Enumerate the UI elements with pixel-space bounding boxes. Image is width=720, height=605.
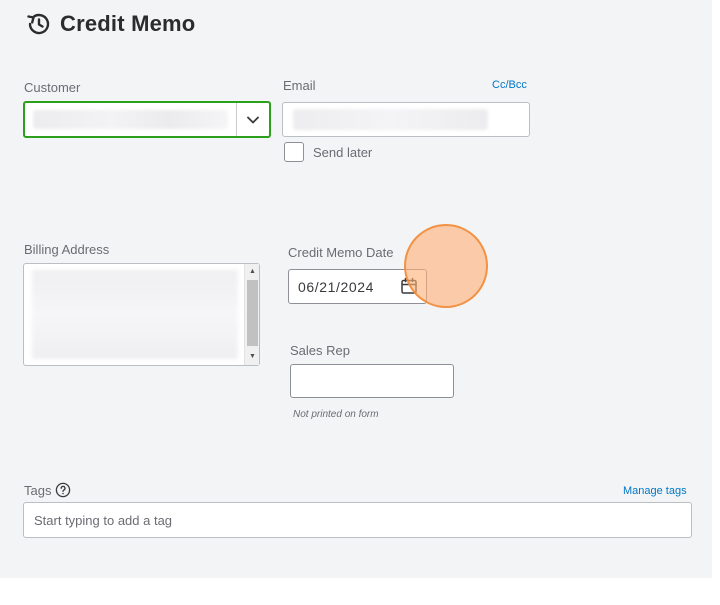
customer-value-redacted [33, 110, 228, 129]
send-later-label: Send later [313, 144, 373, 160]
email-label: Email [283, 78, 316, 93]
tags-label: Tags [24, 482, 52, 498]
billing-address-field[interactable]: ▲ ▼ [23, 263, 260, 366]
tags-input[interactable] [23, 502, 692, 538]
sales-rep-label: Sales Rep [290, 343, 350, 358]
help-icon[interactable] [55, 482, 71, 498]
cc-bcc-link[interactable]: Cc/Bcc [492, 79, 527, 91]
billing-address-label: Billing Address [24, 242, 110, 257]
send-later-option[interactable]: Send later [284, 142, 372, 162]
credit-memo-date-value: 06/21/2024 [298, 278, 375, 295]
customer-label: Customer [24, 80, 81, 95]
scroll-down-arrow-icon[interactable]: ▼ [245, 350, 260, 364]
scroll-up-arrow-icon[interactable]: ▲ [245, 265, 260, 279]
manage-tags-link[interactable]: Manage tags [623, 485, 687, 497]
credit-memo-date-label: Credit Memo Date [288, 245, 394, 260]
billing-address-scrollbar[interactable]: ▲ ▼ [244, 264, 259, 365]
send-later-checkbox[interactable] [284, 142, 304, 162]
billing-address-redacted [32, 270, 238, 359]
history-icon [27, 13, 50, 35]
page-title: Credit Memo [60, 11, 196, 36]
sales-rep-field[interactable] [290, 364, 454, 398]
email-value-redacted [293, 109, 488, 130]
page-header: Credit Memo [24, 10, 195, 38]
click-highlight-indicator [404, 224, 488, 308]
email-field[interactable] [282, 102, 530, 137]
tags-header: Tags [24, 482, 71, 498]
scroll-thumb[interactable] [247, 280, 258, 346]
customer-dropdown-toggle[interactable] [236, 103, 269, 136]
chevron-down-icon [247, 116, 259, 123]
customer-select[interactable] [23, 101, 271, 138]
sales-rep-note: Not printed on form [293, 409, 379, 420]
page-footer-area [0, 578, 720, 605]
page-margin [712, 0, 720, 578]
